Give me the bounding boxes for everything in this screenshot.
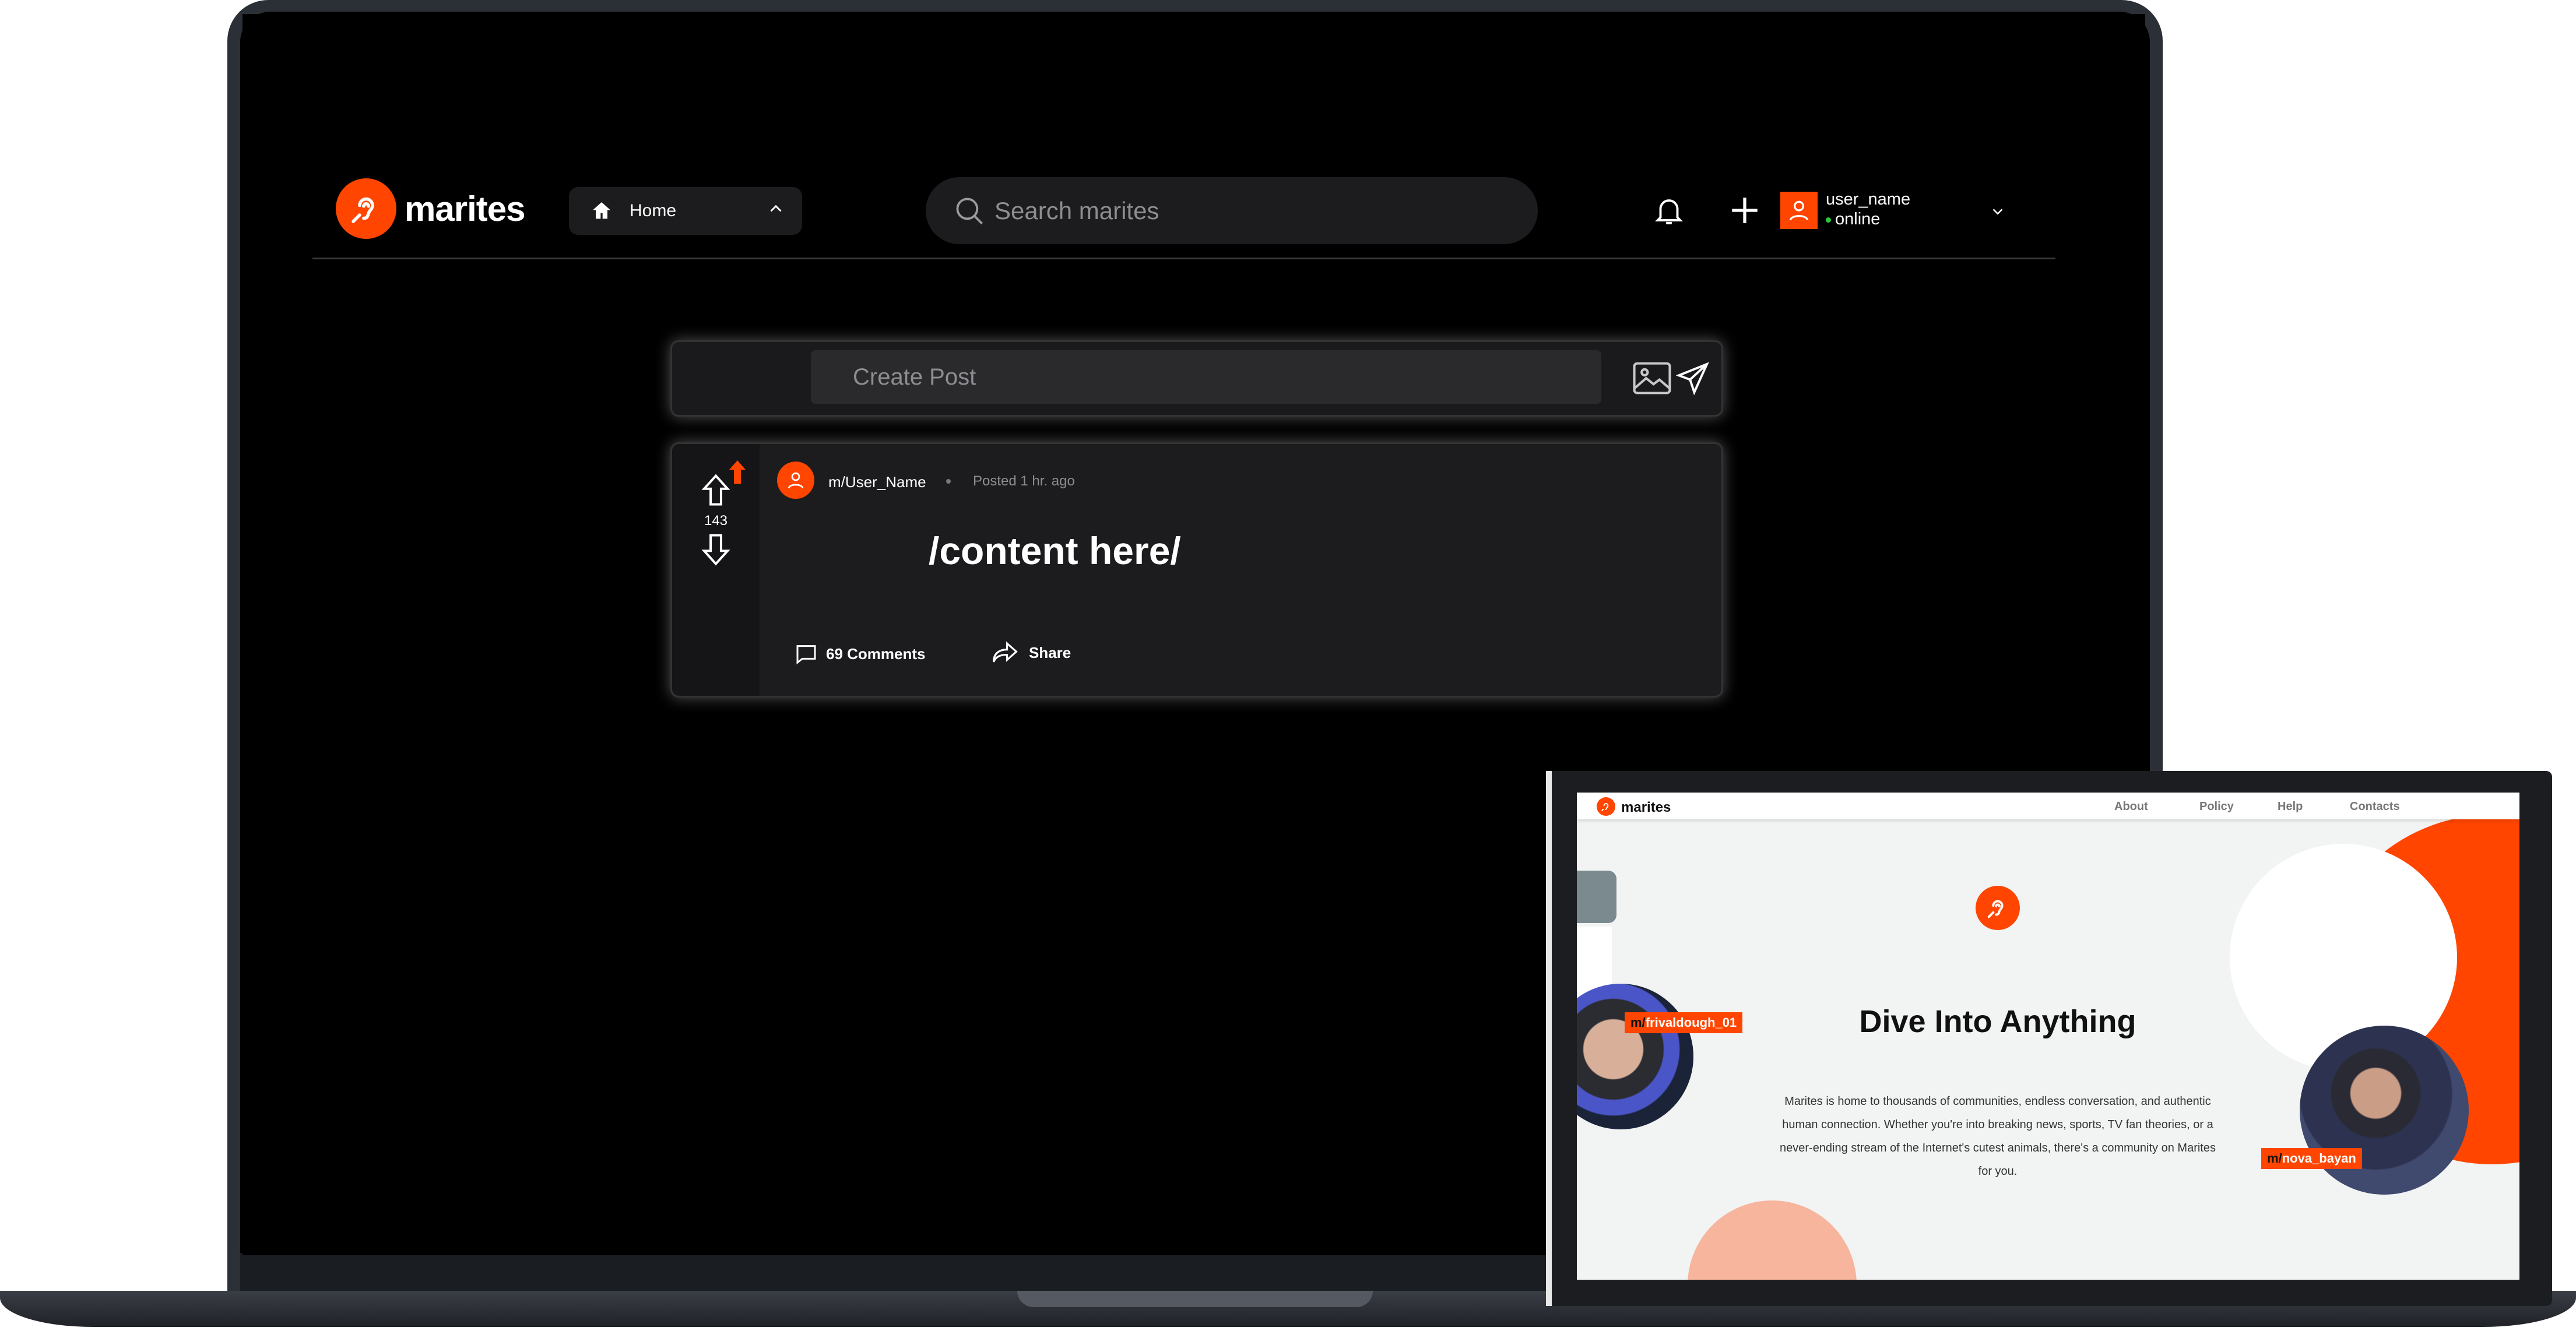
home-feed-select[interactable]: Home bbox=[569, 187, 802, 235]
ear-logo-icon bbox=[336, 178, 396, 239]
create-post-input[interactable]: Create Post bbox=[811, 350, 1601, 404]
user-name: user_name bbox=[1826, 190, 1911, 209]
vote-count: 143 bbox=[704, 513, 728, 529]
send-icon[interactable] bbox=[1676, 361, 1710, 395]
ear-logo-icon bbox=[1976, 886, 2020, 930]
user-icon bbox=[1789, 200, 1809, 221]
post-time: Posted 1 hr. ago bbox=[973, 473, 1075, 489]
user-status: online bbox=[1826, 210, 1880, 229]
navbar-divider bbox=[312, 258, 2055, 259]
post-author-avatar[interactable] bbox=[777, 462, 814, 499]
comments-label: 69 Comments bbox=[826, 645, 926, 663]
meta-separator bbox=[946, 479, 951, 484]
post-author[interactable]: m/User_Name bbox=[828, 473, 926, 491]
nav-link-contacts[interactable]: Contacts bbox=[2350, 800, 2400, 814]
user-icon bbox=[788, 472, 804, 489]
share-label: Share bbox=[1029, 643, 1071, 661]
search-bar[interactable]: Search marites bbox=[926, 177, 1538, 244]
community-tag-left[interactable]: m/frivaldough_01 bbox=[1625, 1012, 1743, 1033]
ear-logo-icon[interactable] bbox=[1597, 797, 1615, 816]
brand[interactable]: marites bbox=[336, 178, 525, 239]
nav-link-policy[interactable]: Policy bbox=[2199, 800, 2234, 814]
tablet-navbar: marites About Policy Help Contacts bbox=[1577, 793, 2519, 819]
hero-description: Marites is home to thousands of communit… bbox=[1780, 1095, 2216, 1178]
nav-link-about[interactable]: About bbox=[2114, 800, 2148, 814]
tag-prefix: m/ bbox=[1630, 1015, 1646, 1030]
comment-icon bbox=[796, 645, 816, 665]
online-dot bbox=[1826, 217, 1831, 223]
tag-prefix: m/ bbox=[2267, 1151, 2282, 1165]
tablet-brand[interactable]: marites bbox=[1621, 800, 1671, 816]
user-status-text: online bbox=[1835, 210, 1881, 228]
home-icon bbox=[593, 202, 610, 219]
tag-name: frivaldough_01 bbox=[1645, 1015, 1737, 1030]
home-select-label: Home bbox=[630, 201, 677, 220]
chevron-down-icon[interactable] bbox=[1989, 203, 2006, 220]
tablet-screen: marites About Policy Help Contacts Dive … bbox=[1577, 793, 2519, 1280]
search-icon bbox=[956, 198, 983, 224]
chat-bubble bbox=[1577, 871, 1616, 923]
create-post-box: Create Post bbox=[670, 340, 1723, 417]
decor-circle-peach bbox=[1688, 1200, 1857, 1280]
create-post-placeholder: Create Post bbox=[853, 364, 976, 390]
nav-link-help[interactable]: Help bbox=[2278, 800, 2303, 814]
post-card[interactable]: 143 m/User_Name Posted 1 hr. ago /conten… bbox=[670, 442, 1723, 698]
plus-icon[interactable] bbox=[1728, 193, 1762, 227]
brand-name: marites bbox=[405, 189, 525, 228]
downvote-icon[interactable] bbox=[700, 533, 732, 566]
top-navbar: marites Home Search marites user_name on… bbox=[312, 160, 2055, 259]
share-icon bbox=[992, 641, 1018, 663]
tag-name: nova_bayan bbox=[2282, 1151, 2356, 1165]
search-input[interactable]: Search marites bbox=[994, 197, 1159, 225]
share-button[interactable]: Share bbox=[992, 641, 1071, 664]
chevron-up-icon bbox=[770, 205, 782, 212]
comments-button[interactable]: 69 Comments bbox=[795, 642, 926, 666]
upvote-icon[interactable] bbox=[700, 473, 732, 507]
user-avatar[interactable] bbox=[1780, 192, 1818, 229]
image-icon[interactable] bbox=[1633, 361, 1671, 395]
laptop-notch bbox=[1017, 1291, 1373, 1307]
post-content: /content here/ bbox=[929, 529, 1181, 572]
community-photo-right bbox=[2300, 1026, 2469, 1195]
bell-icon[interactable] bbox=[1652, 193, 1686, 227]
community-tag-right[interactable]: m/nova_bayan bbox=[2261, 1148, 2362, 1169]
